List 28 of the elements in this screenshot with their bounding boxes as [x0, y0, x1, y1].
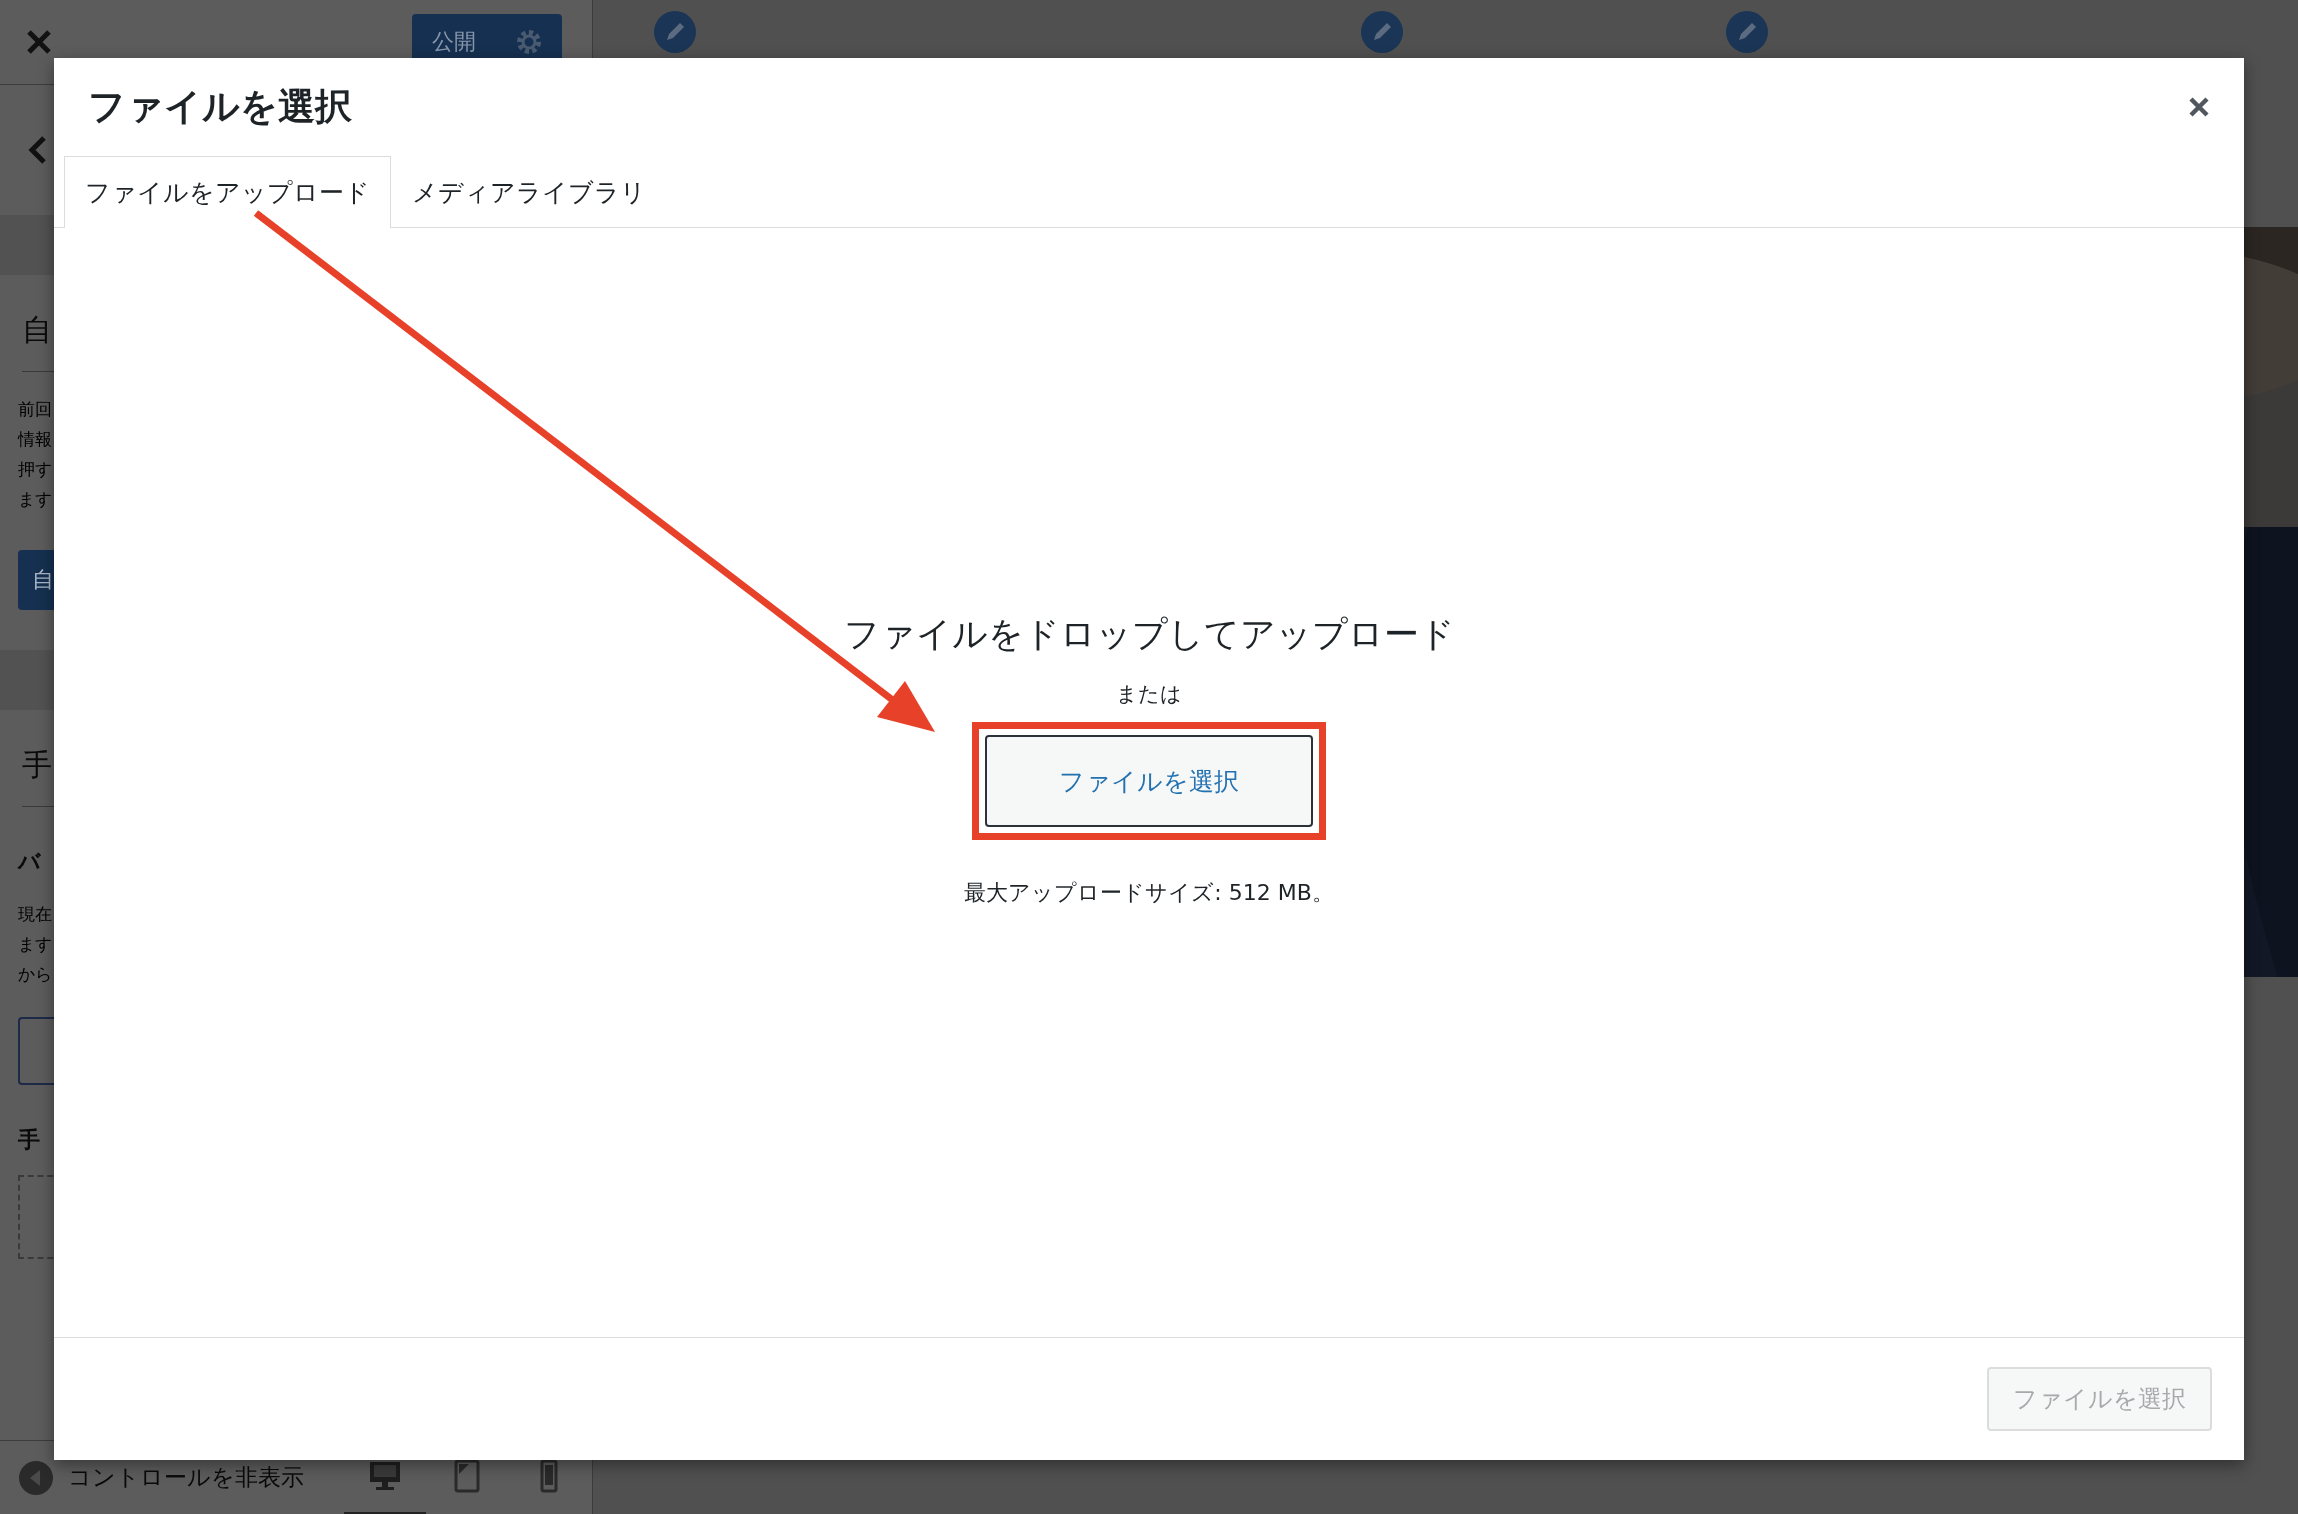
- close-icon: [2188, 95, 2210, 118]
- description-text: 押す: [18, 458, 53, 481]
- tab[interactable]: ファイルをアップロード: [64, 156, 391, 228]
- dialog-title: ファイルを選択: [88, 83, 352, 130]
- subsection-heading: バ: [16, 848, 42, 876]
- edit-pencil-icon[interactable]: [1360, 10, 1404, 54]
- back-chevron-icon[interactable]: [28, 135, 48, 165]
- hide-controls-link[interactable]: コントロールを非表示: [68, 1462, 304, 1493]
- description-text: ます: [18, 488, 53, 511]
- description-text: 情報: [18, 428, 53, 451]
- section-heading: 手: [21, 746, 53, 784]
- or-text: または: [1116, 681, 1182, 708]
- description-text: から: [18, 963, 53, 986]
- subsection-heading: 手: [17, 1126, 41, 1154]
- collapse-icon[interactable]: [18, 1459, 54, 1496]
- gear-icon[interactable]: [516, 29, 542, 55]
- tab[interactable]: メディアライブラリ: [391, 156, 667, 228]
- section-heading: 自: [21, 311, 53, 349]
- desktop-icon: [368, 1459, 402, 1493]
- description-text: 前回: [18, 398, 53, 421]
- select-file-button[interactable]: ファイルを選択: [985, 735, 1313, 827]
- max-size-text: 最大アップロードサイズ: 512 MB。: [964, 879, 1334, 907]
- close-icon[interactable]: [26, 29, 52, 55]
- edit-pencil-icon[interactable]: [653, 10, 697, 54]
- description-text: 現在: [18, 903, 53, 926]
- edit-pencil-icon[interactable]: [1725, 10, 1769, 54]
- drop-heading: ファイルをドロップしてアップロード: [843, 613, 1455, 656]
- description-text: ます: [18, 933, 53, 956]
